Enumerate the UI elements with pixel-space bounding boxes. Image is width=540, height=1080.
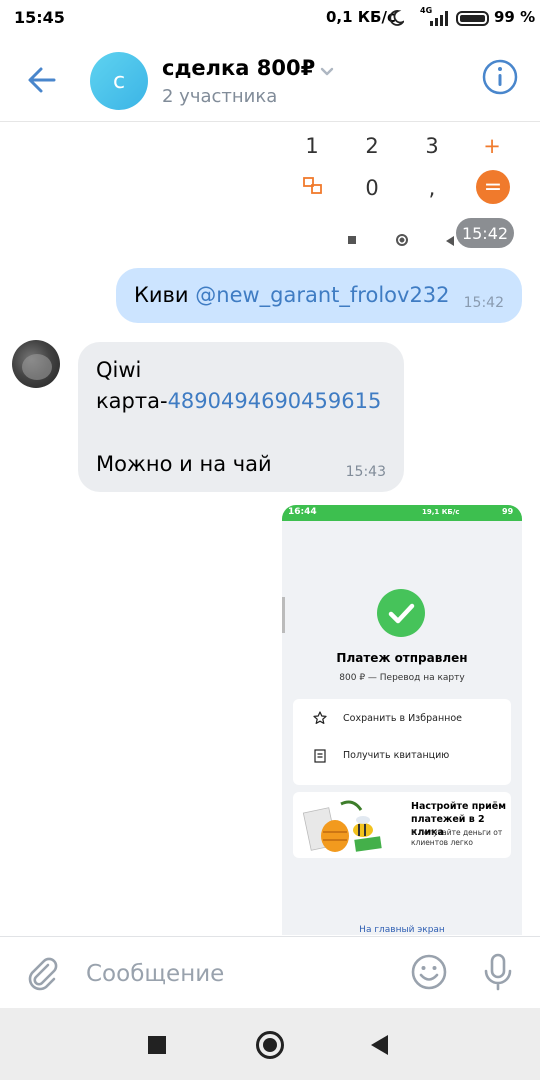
swap-icon — [303, 177, 322, 194]
message-time: 15:43 — [345, 464, 386, 480]
arrow-left-icon[interactable] — [22, 60, 62, 100]
message-line-3: Можно и на чай — [96, 452, 272, 476]
chat-title[interactable]: сделка 800₽ — [162, 56, 315, 80]
attachment-status-bar: 16:44 19,1 КБ/с 99 — [282, 505, 522, 521]
message-line-1: Qiwi — [96, 358, 142, 382]
save-favorites-label: Сохранить в Избранное — [343, 713, 463, 724]
calc-key-1: 1 — [305, 134, 319, 158]
calc-key-3: 3 — [425, 134, 439, 158]
mini-nav-square-icon — [348, 236, 356, 244]
mini-nav-back-icon — [446, 236, 454, 246]
chat-header: с сделка 800₽ 2 участника — [0, 36, 540, 122]
message-outgoing[interactable]: Киви @new_garant_frolov232 15:42 — [116, 268, 522, 323]
system-nav-bar — [0, 1008, 540, 1080]
get-receipt-label: Получить квитанцию — [343, 750, 450, 761]
chat-avatar[interactable]: с — [90, 52, 148, 110]
sender-avatar[interactable] — [12, 340, 60, 388]
info-icon[interactable] — [481, 58, 519, 96]
recents-icon[interactable] — [148, 1036, 166, 1054]
status-bar: 15:45 0,1 КБ/с 4G 99 % — [0, 0, 540, 36]
home-screen-link: На главный экран — [359, 925, 445, 935]
success-check-icon — [377, 589, 425, 637]
message-time: 15:42 — [456, 218, 514, 248]
message-line-2: карта-4890494690459615 — [96, 389, 382, 413]
receipt-icon — [314, 749, 326, 763]
calc-key-equals: = — [476, 170, 510, 204]
calc-key-0: 0 — [365, 176, 379, 200]
mention-link[interactable]: @new_garant_frolov232 — [195, 283, 449, 307]
paperclip-icon[interactable] — [24, 955, 60, 991]
battery-percent: 99 % — [494, 8, 536, 26]
payment-heading: Платеж отправлен — [336, 651, 468, 665]
message-time: 15:42 — [463, 295, 504, 311]
signal-icon — [430, 11, 448, 26]
smile-icon[interactable] — [410, 953, 448, 991]
mini-nav-home-icon — [396, 234, 408, 246]
back-icon[interactable] — [371, 1035, 388, 1055]
payment-sub: 800 ₽ — Перевод на карту — [339, 673, 465, 683]
status-speed: 0,1 КБ/с — [326, 8, 396, 26]
calc-key-comma: , — [428, 176, 436, 200]
image-attachment[interactable]: 16:44 19,1 КБ/с 99 Платеж отправлен 800 … — [282, 505, 522, 935]
message-composer: Сообщение — [0, 936, 540, 1008]
microphone-icon[interactable] — [482, 953, 514, 991]
home-icon[interactable] — [256, 1031, 284, 1059]
promo-card: Настройте приём платежей в 2 клика И пол… — [293, 792, 511, 858]
status-time: 15:45 — [14, 8, 65, 27]
promo-subtitle: И получайте деньги от клиентов легко — [411, 828, 503, 847]
card-number-link[interactable]: 4890494690459615 — [168, 389, 382, 413]
chat-subtitle: 2 участника — [162, 86, 278, 107]
chevron-down-icon[interactable] — [318, 62, 336, 80]
calc-key-plus: + — [483, 134, 501, 158]
actions-card: Сохранить в Избранное Получить квитанцию — [293, 699, 511, 785]
message-text: Киви @new_garant_frolov232 — [134, 283, 450, 307]
battery-icon — [456, 11, 489, 26]
beehive-illustration — [302, 800, 382, 852]
moon-icon — [389, 10, 404, 26]
message-incoming[interactable]: Qiwi карта-4890494690459615 Можно и на ч… — [78, 342, 404, 492]
calc-key-2: 2 — [365, 134, 379, 158]
message-input[interactable]: Сообщение — [86, 961, 224, 987]
star-icon — [313, 711, 327, 724]
